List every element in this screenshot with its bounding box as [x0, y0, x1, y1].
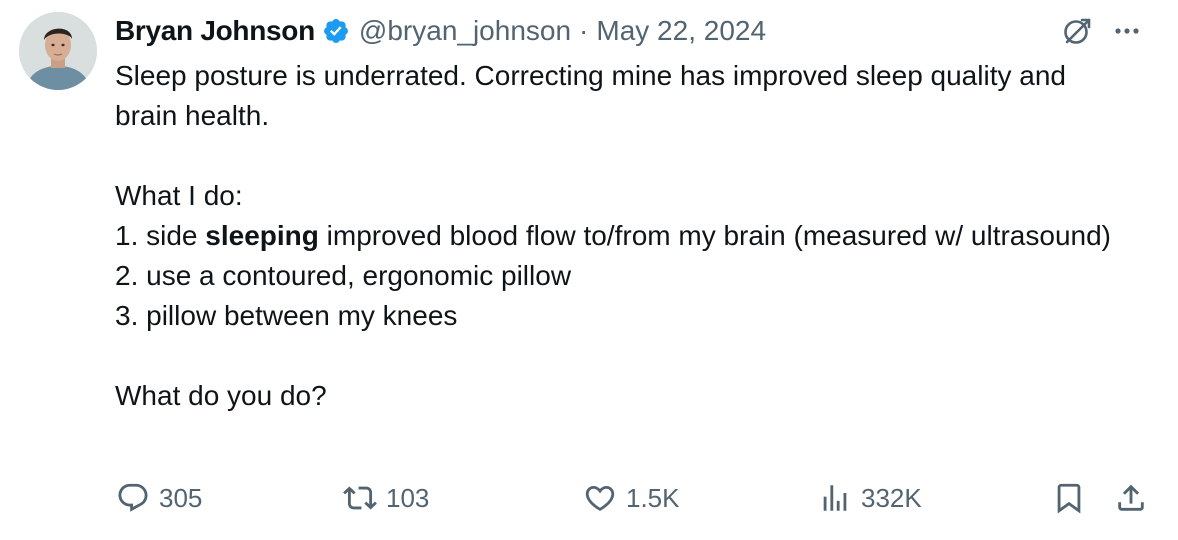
action-bar: 305 103 1.5K 332K [0, 476, 1178, 520]
avatar[interactable] [19, 12, 97, 90]
repost-count: 103 [386, 482, 430, 513]
reply-icon [118, 483, 148, 512]
more-icon[interactable] [1110, 14, 1144, 48]
post-line-question: What do you do? [115, 380, 327, 411]
post-date[interactable]: May 22, 2024 [596, 15, 766, 47]
repost-icon [343, 486, 377, 510]
reply-button[interactable]: 305 [116, 476, 202, 520]
post-text: Sleep posture is underrated. Correcting … [115, 56, 1135, 416]
like-button[interactable]: 1.5K [583, 476, 680, 520]
views-count: 332K [861, 482, 922, 513]
post-list-item-1: 1. side sleeping improved blood flow to/… [115, 216, 1135, 256]
post-list-item-3: 3. pillow between my knees [115, 300, 458, 331]
item1-bold: sleeping [205, 220, 319, 251]
grok-icon[interactable] [1060, 14, 1094, 48]
share-icon [1118, 484, 1144, 511]
repost-button[interactable]: 103 [343, 476, 429, 520]
separator-dot: · [579, 15, 589, 46]
post-line-intro: Sleep posture is underrated. Correcting … [115, 60, 1066, 131]
heart-icon [585, 485, 615, 511]
post-line-what-i-do: What I do: [115, 180, 243, 211]
views-button[interactable]: 332K [818, 476, 922, 520]
analytics-icon [823, 485, 847, 511]
tweet: Bryan Johnson @bryan_johnson · May 22, 2… [0, 0, 1178, 540]
post-list-item-2: 2. use a contoured, ergonomic pillow [115, 260, 572, 291]
avatar-image [19, 12, 97, 90]
like-count: 1.5K [626, 482, 680, 513]
reply-count: 305 [159, 482, 203, 513]
verified-badge-icon [322, 17, 350, 45]
bookmark-icon [1057, 483, 1081, 514]
user-handle[interactable]: @bryan_johnson [359, 15, 571, 47]
display-name[interactable]: Bryan Johnson [115, 15, 315, 47]
item1-prefix: 1. side [115, 220, 206, 251]
bookmark-button[interactable] [1052, 476, 1086, 520]
tweet-header: Bryan Johnson @bryan_johnson · May 22, 2… [115, 10, 766, 52]
share-button[interactable] [1114, 476, 1148, 520]
item1-suffix: improved blood flow to/from my brain (me… [318, 220, 1111, 251]
